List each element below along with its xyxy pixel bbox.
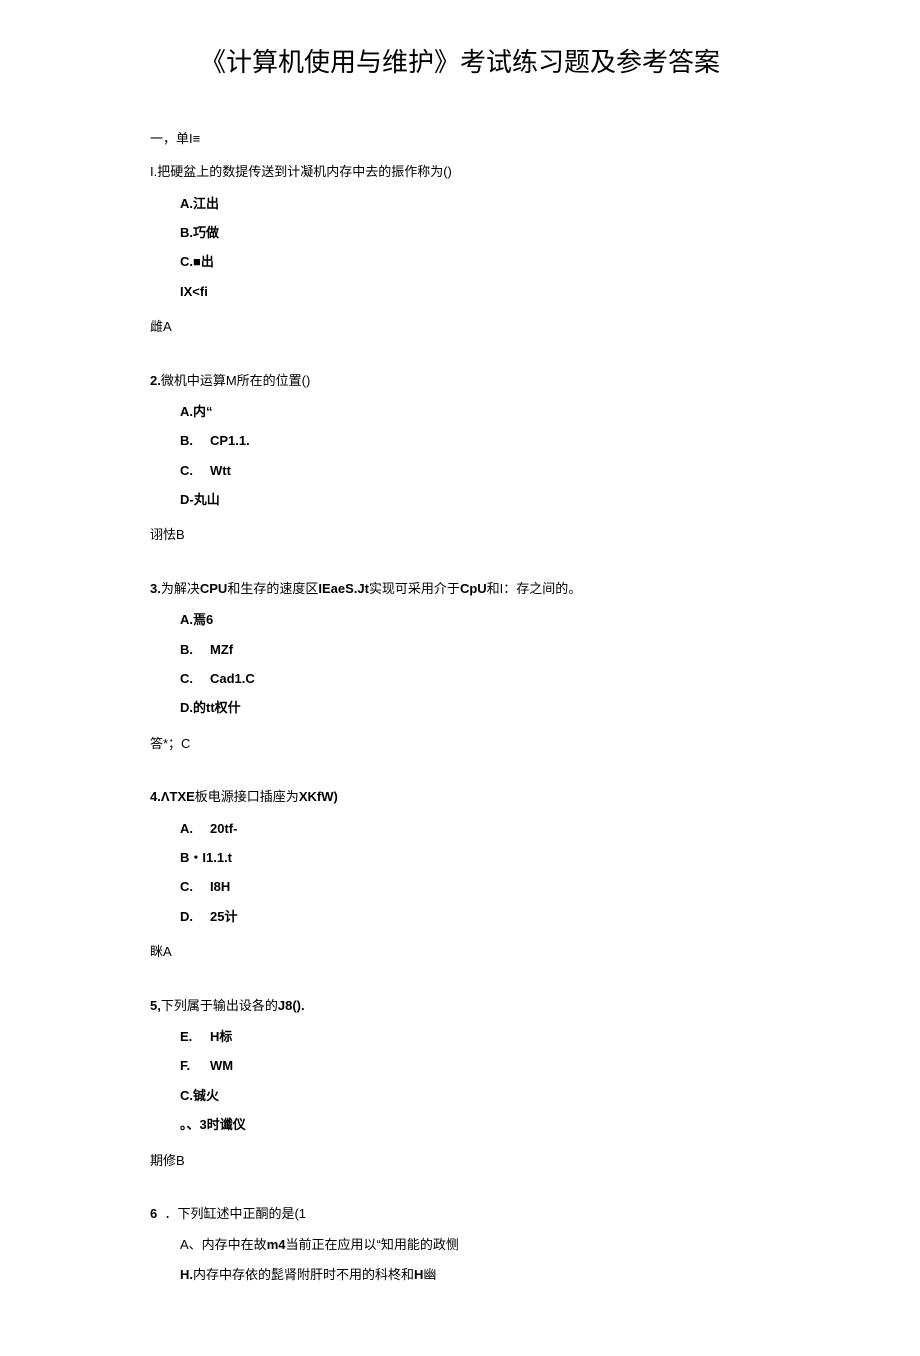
- q4-option-c: C.I8H: [180, 875, 770, 898]
- q3-answer: 答*；C: [150, 732, 770, 755]
- q3-option-a: A.焉6: [180, 608, 770, 631]
- q5-option-d: 。、3时谶仪: [180, 1113, 770, 1136]
- question-1-text: I.把硬盆上的数提传送到计凝机内存中去的振作称为(): [150, 160, 770, 183]
- q5-answer: 期修B: [150, 1149, 770, 1172]
- page-title: 《计算机使用与维护》考试练习题及参考答案: [150, 40, 770, 87]
- q1-option-d: IX<fi: [180, 280, 770, 303]
- q2-option-a: A.内“: [180, 400, 770, 423]
- q6-option-b: H.内存中存依的髭肾附肝时不用的科柊和H幽: [180, 1263, 770, 1286]
- q4-option-b: B・I1.1.t: [180, 846, 770, 869]
- question-5: 5,下列属于输出设各的J8(). E.H标 F.WM C.铖火 。、3时谶仪 期…: [150, 994, 770, 1172]
- q4-option-a: A.20tf-: [180, 817, 770, 840]
- question-4: 4.ΛTXE板电源接口插座为XKfW) A.20tf- B・I1.1.t C.I…: [150, 785, 770, 963]
- question-6-text: 6 ．下列缸述中正酮的是(1: [150, 1202, 770, 1225]
- question-4-text: 4.ΛTXE板电源接口插座为XKfW): [150, 785, 770, 808]
- question-6: 6 ．下列缸述中正酮的是(1 A、内存中在故m4当前正在应用以“知用能的政恻 H…: [150, 1202, 770, 1286]
- q5-option-c: C.铖火: [180, 1084, 770, 1107]
- q3-option-d: D.的tt权什: [180, 696, 770, 719]
- question-5-text: 5,下列属于输出设各的J8().: [150, 994, 770, 1017]
- question-2-text: 2.微机中运算M所在的位置(): [150, 369, 770, 392]
- q2-answer: 诩怯B: [150, 523, 770, 546]
- q2-option-d: D-丸山: [180, 488, 770, 511]
- q4-option-d: D.25计: [180, 905, 770, 928]
- q3-option-b: B.MZf: [180, 638, 770, 661]
- q1-option-a: A.江出: [180, 192, 770, 215]
- question-3-text: 3.为解决CPU和生存的速度区IEaeS.Jt实现可采用介于CpU和I：存之间的…: [150, 577, 770, 600]
- q2-option-b: B.CP1.1.: [180, 429, 770, 452]
- q2-option-c: C.Wtt: [180, 459, 770, 482]
- question-3: 3.为解决CPU和生存的速度区IEaeS.Jt实现可采用介于CpU和I：存之间的…: [150, 577, 770, 755]
- q1-answer: 雌A: [150, 315, 770, 338]
- q3-option-c: C.Cad1.C: [180, 667, 770, 690]
- q4-answer: 眯A: [150, 940, 770, 963]
- q5-option-e: E.H标: [180, 1025, 770, 1048]
- q6-option-a: A、内存中在故m4当前正在应用以“知用能的政恻: [180, 1233, 770, 1256]
- q1-option-b: B.巧做: [180, 221, 770, 244]
- q5-option-f: F.WM: [180, 1054, 770, 1077]
- section-header: 一，单I≡: [150, 127, 770, 150]
- question-2: 2.微机中运算M所在的位置() A.内“ B.CP1.1. C.Wtt D-丸山…: [150, 369, 770, 547]
- q1-option-c: C.■出: [180, 250, 770, 273]
- question-1: I.把硬盆上的数提传送到计凝机内存中去的振作称为() A.江出 B.巧做 C.■…: [150, 160, 770, 338]
